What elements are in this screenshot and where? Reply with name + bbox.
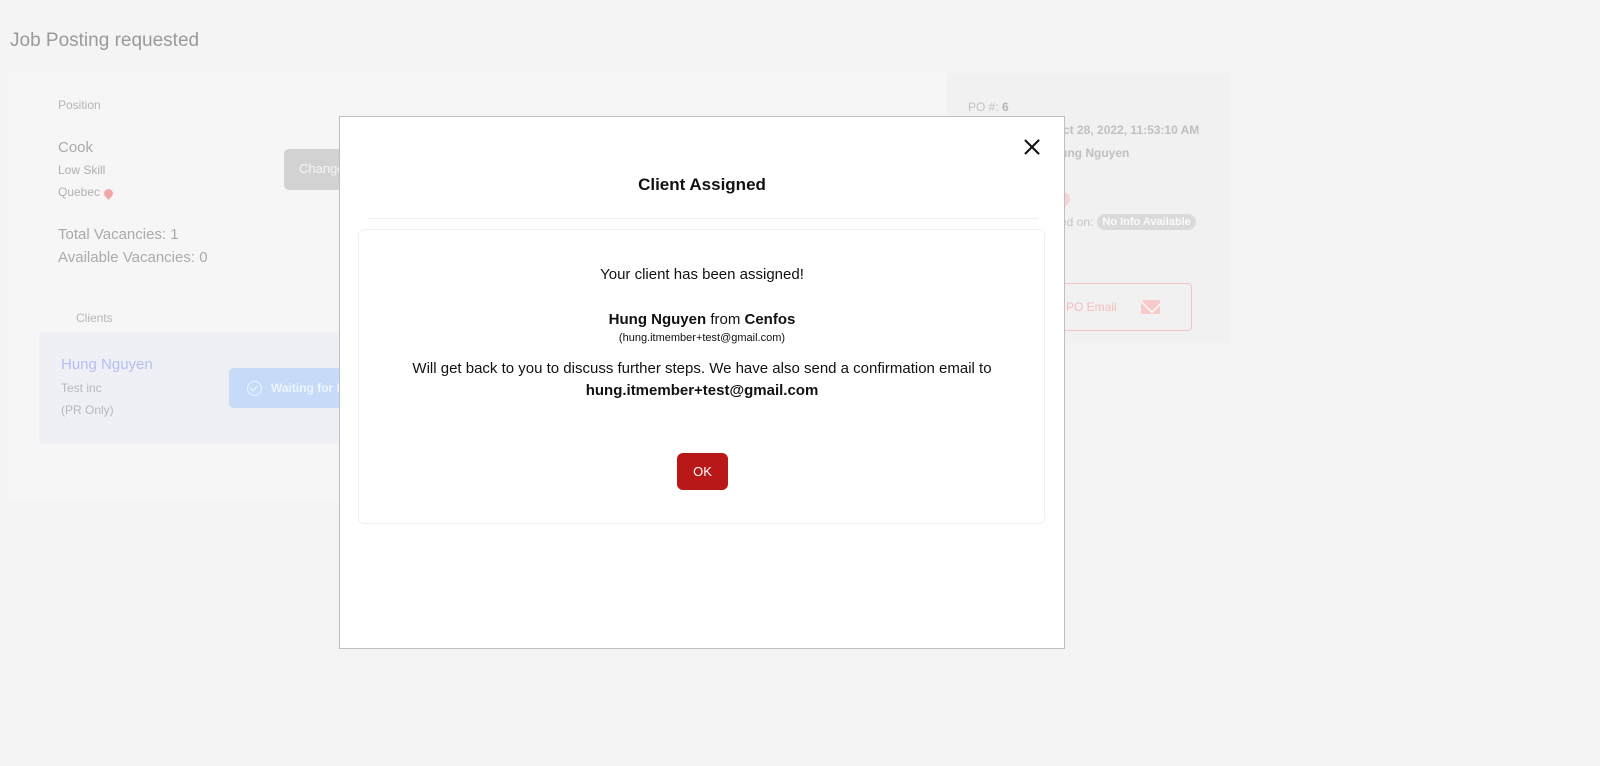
po-number-value: 6 xyxy=(1002,100,1009,114)
po-shared-label: ed on: xyxy=(1060,215,1094,229)
position-title: Cook xyxy=(58,139,94,156)
assigned-client-name: Hung Nguyen xyxy=(608,311,707,328)
po-owner: ung Nguyen xyxy=(1060,146,1130,160)
client-status-text: Waiting for I xyxy=(271,381,340,395)
client-company: Test inc xyxy=(61,381,102,395)
po-email-label: PO Email xyxy=(1066,300,1117,314)
confirmation-email: hung.itmember+test@gmail.com xyxy=(585,382,819,399)
ok-button[interactable]: OK xyxy=(677,453,728,490)
assigned-client-line: Hung Nguyen from Cenfos xyxy=(339,311,1065,328)
po-shared-on: ed on: No Info Available xyxy=(1060,214,1196,230)
assigned-message: Your client has been assigned! xyxy=(600,266,804,283)
position-label: Position xyxy=(58,98,101,112)
client-note: (PR Only) xyxy=(61,403,114,417)
po-date: ct 28, 2022, 11:53:10 AM xyxy=(1063,123,1200,137)
po-email-button[interactable]: PO Email xyxy=(1045,283,1192,331)
assigned-client-company: Cenfos xyxy=(744,311,796,328)
location-pin-icon xyxy=(102,186,115,200)
envelope-icon xyxy=(1140,300,1160,314)
total-vacancies: Total Vacancies: 1 xyxy=(58,226,179,243)
assigned-client-email: (hung.itmember+test@gmail.com) xyxy=(618,332,786,344)
available-vacancies: Available Vacancies: 0 xyxy=(58,249,208,266)
no-info-badge: No Info Available xyxy=(1097,214,1196,230)
check-circle-icon xyxy=(247,380,262,396)
followup-message: Will get back to you to discuss further … xyxy=(412,360,992,377)
po-number: PO #: 6 xyxy=(968,100,1009,114)
close-icon[interactable] xyxy=(1020,135,1044,159)
position-location: Quebec xyxy=(58,185,115,200)
modal-title: Client Assigned xyxy=(638,175,766,194)
modal-divider xyxy=(368,218,1038,219)
position-skill: Low Skill xyxy=(58,163,106,177)
client-name[interactable]: Hung Nguyen xyxy=(61,356,153,373)
from-word: from xyxy=(710,311,741,328)
clients-label: Clients xyxy=(76,311,113,325)
location-text: Quebec xyxy=(58,185,101,199)
page-title: Job Posting requested xyxy=(10,30,200,51)
po-number-label: PO #: xyxy=(968,100,999,114)
